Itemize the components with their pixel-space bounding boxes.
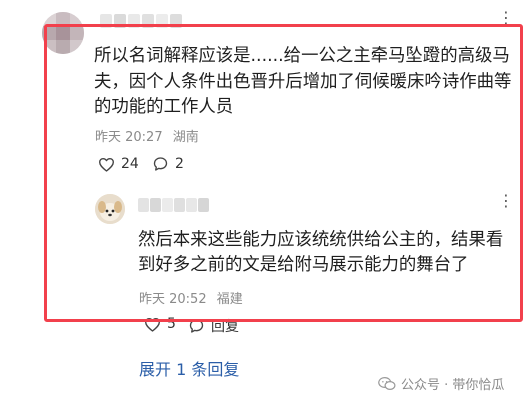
highlight-box [44,24,523,322]
expand-replies-link[interactable]: 展开 1 条回复 [139,356,239,380]
watermark: 公众号 · 带你恰瓜 [378,374,504,393]
wechat-icon [378,376,396,390]
watermark-text: 公众号 · 带你恰瓜 [401,378,505,393]
